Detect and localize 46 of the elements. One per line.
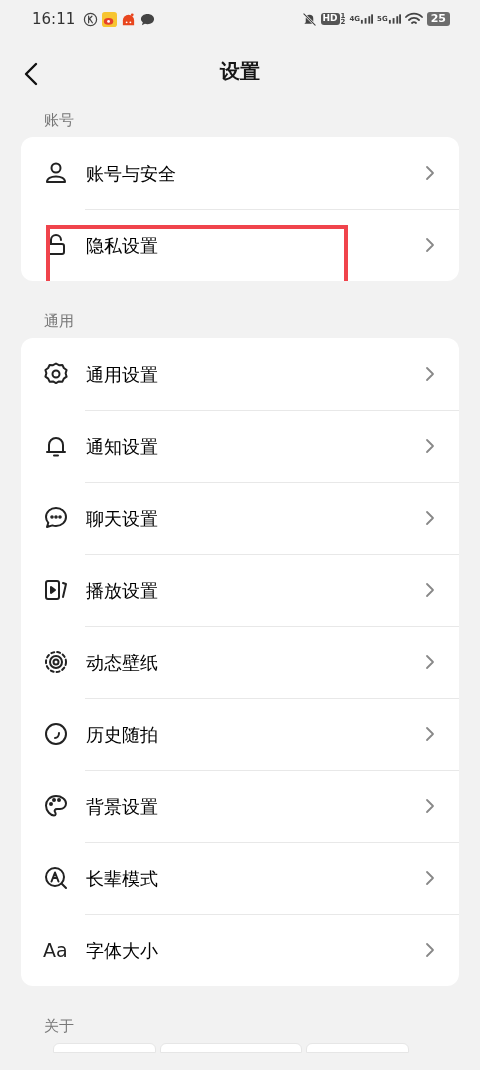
settings-item[interactable]: 聊天设置 <box>21 482 459 554</box>
section-label: 账号 <box>43 110 75 131</box>
status-time: 16:11 <box>32 8 76 30</box>
font-icon: Aa <box>43 940 69 960</box>
message-icon <box>140 11 156 27</box>
palette-icon <box>43 793 69 819</box>
section-label: 通用 <box>43 311 75 332</box>
chevron-icon <box>425 510 435 526</box>
chevron-icon <box>425 870 435 886</box>
clock-icon <box>43 721 69 747</box>
chevron-icon <box>425 438 435 454</box>
app-icon <box>102 11 118 27</box>
magnifier-icon <box>43 865 69 891</box>
chevron-icon <box>425 165 435 181</box>
chevron-icon <box>425 582 435 598</box>
settings-item[interactable]: 背景设置 <box>21 770 459 842</box>
person-icon <box>43 160 69 186</box>
section-label: 关于 <box>43 1016 75 1037</box>
settings-item[interactable]: 动态壁纸 <box>21 626 459 698</box>
chevron-icon <box>425 942 435 958</box>
signal-icon <box>387 14 401 25</box>
chevron-icon <box>425 798 435 814</box>
chevron-icon <box>425 237 435 253</box>
settings-item[interactable]: 账号与安全 <box>21 137 459 209</box>
settings-item[interactable]: 播放设置 <box>21 554 459 626</box>
wallpaper-icon <box>43 649 69 675</box>
chat-icon <box>43 505 69 531</box>
chevron-icon <box>425 654 435 670</box>
wifi-icon <box>404 12 423 26</box>
signal-icon <box>360 14 374 25</box>
settings-item[interactable]: 通知设置 <box>21 410 459 482</box>
video-icon <box>43 577 69 603</box>
gear-icon <box>43 361 69 387</box>
settings-item[interactable]: 历史随拍 <box>21 698 459 770</box>
battery-indicator: 25 <box>426 12 450 26</box>
hd-badge: HD <box>320 13 340 25</box>
settings-item[interactable]: Aa 字体大小 <box>21 914 459 986</box>
chevron-icon <box>425 366 435 382</box>
settings-item[interactable]: 隐私设置 <box>21 209 459 281</box>
settings-item[interactable]: 通用设置 <box>21 338 459 410</box>
app-icon <box>121 11 137 27</box>
page-title: 设置 <box>220 59 260 83</box>
settings-item[interactable]: 长辈模式 <box>21 842 459 914</box>
chevron-icon <box>425 726 435 742</box>
k-icon <box>83 11 99 27</box>
bell-off-icon <box>301 11 317 27</box>
